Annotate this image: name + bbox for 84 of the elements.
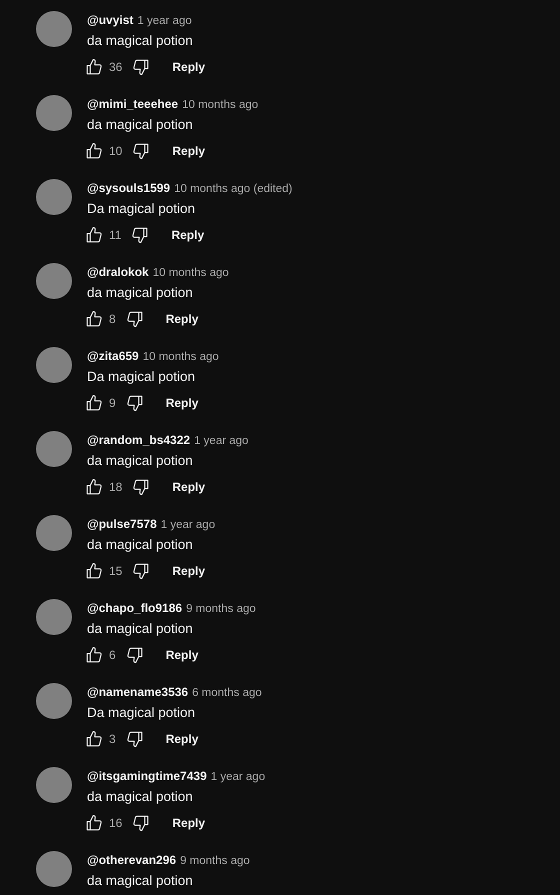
- timestamp[interactable]: 1 year ago: [137, 13, 192, 29]
- comment-text: da magical potion: [87, 872, 194, 890]
- comment-text: da magical potion: [87, 32, 194, 50]
- reply-button[interactable]: Reply: [164, 310, 200, 328]
- comment-text: da magical potion: [87, 116, 194, 134]
- timestamp[interactable]: 1 year ago: [210, 769, 266, 785]
- reply-button[interactable]: Reply: [164, 646, 200, 664]
- avatar[interactable]: [36, 851, 72, 887]
- username[interactable]: @random_bs4322: [87, 432, 190, 448]
- avatar[interactable]: [36, 347, 72, 383]
- reply-button[interactable]: Reply: [170, 478, 208, 496]
- avatar[interactable]: [36, 95, 72, 131]
- avatar[interactable]: [36, 431, 72, 467]
- thumbs-down-icon[interactable]: [132, 142, 150, 160]
- avatar[interactable]: [36, 683, 72, 719]
- avatar[interactable]: [36, 179, 72, 215]
- username[interactable]: @zita659: [87, 348, 139, 364]
- timestamp[interactable]: 1 year ago: [160, 517, 216, 533]
- like-count: 8: [109, 311, 116, 328]
- reply-button[interactable]: Reply: [164, 394, 200, 412]
- username[interactable]: @dralokok: [87, 264, 149, 280]
- comment-text: Da magical potion: [87, 704, 196, 722]
- reply-button[interactable]: Reply: [170, 142, 208, 160]
- username[interactable]: @chapo_flo9186: [87, 600, 182, 616]
- like-count: 9: [109, 395, 116, 412]
- thumbs-down-icon[interactable]: [126, 730, 144, 748]
- avatar[interactable]: [36, 515, 72, 551]
- like-count: 15: [109, 563, 122, 580]
- like-count: 36: [109, 59, 122, 76]
- timestamp[interactable]: 9 months ago: [180, 853, 250, 869]
- timestamp[interactable]: 1 year ago: [194, 433, 248, 449]
- comment-text: da magical potion: [87, 788, 194, 806]
- thumbs-down-icon[interactable]: [131, 226, 150, 244]
- reply-button[interactable]: Reply: [170, 814, 208, 832]
- like-count: 11: [109, 227, 122, 244]
- username[interactable]: @namename3536: [87, 684, 188, 700]
- timestamp[interactable]: 6 months ago: [192, 685, 262, 701]
- username[interactable]: @pulse7578: [87, 516, 157, 532]
- avatar[interactable]: [36, 767, 72, 803]
- thumbs-down-icon[interactable]: [126, 310, 144, 328]
- thumbs-down-icon[interactable]: [132, 562, 150, 580]
- comment-text: da magical potion: [87, 284, 194, 302]
- comment-text: da magical potion: [87, 620, 194, 638]
- like-count: 10: [109, 143, 122, 160]
- thumbs-up-icon[interactable]: [85, 562, 103, 580]
- thumbs-down-icon[interactable]: [132, 478, 150, 496]
- avatar[interactable]: [36, 263, 72, 299]
- thumbs-down-icon[interactable]: [126, 394, 144, 412]
- timestamp[interactable]: 10 months ago (edited): [174, 181, 292, 197]
- username[interactable]: @uvyist: [87, 12, 134, 28]
- thumbs-up-icon[interactable]: [85, 730, 103, 748]
- reply-button[interactable]: Reply: [170, 58, 208, 76]
- like-count: 6: [109, 647, 116, 664]
- thumbs-down-icon[interactable]: [132, 814, 150, 832]
- reply-button[interactable]: Reply: [164, 730, 200, 748]
- timestamp[interactable]: 10 months ago: [152, 265, 229, 281]
- thumbs-up-icon[interactable]: [85, 646, 103, 664]
- username[interactable]: @otherevan296: [87, 852, 176, 868]
- thumbs-up-icon[interactable]: [85, 394, 103, 412]
- thumbs-up-icon[interactable]: [85, 478, 103, 496]
- reply-button[interactable]: Reply: [169, 226, 206, 244]
- like-count: 3: [109, 731, 116, 748]
- reply-button[interactable]: Reply: [170, 562, 208, 580]
- thumbs-up-icon[interactable]: [85, 310, 103, 328]
- thumbs-down-icon[interactable]: [126, 646, 144, 664]
- thumbs-up-icon[interactable]: [85, 58, 103, 76]
- like-count: 18: [109, 479, 122, 496]
- avatar[interactable]: [36, 11, 72, 47]
- timestamp[interactable]: 9 months ago: [186, 601, 256, 617]
- timestamp[interactable]: 10 months ago: [182, 97, 258, 113]
- username[interactable]: @itsgamingtime7439: [87, 768, 207, 784]
- username[interactable]: @mimi_teeehee: [87, 96, 178, 112]
- comment-text: da magical potion: [87, 536, 194, 554]
- comment-text: Da magical potion: [87, 200, 196, 218]
- comment-text: da magical potion: [87, 452, 194, 470]
- username[interactable]: @sysouls1599: [87, 180, 170, 196]
- comment-text: Da magical potion: [87, 368, 196, 386]
- timestamp[interactable]: 10 months ago: [142, 349, 219, 365]
- thumbs-up-icon[interactable]: [85, 226, 103, 244]
- thumbs-down-icon[interactable]: [132, 58, 150, 76]
- thumbs-up-icon[interactable]: [85, 142, 103, 160]
- thumbs-up-icon[interactable]: [85, 814, 103, 832]
- avatar[interactable]: [36, 599, 72, 635]
- like-count: 16: [109, 815, 122, 832]
